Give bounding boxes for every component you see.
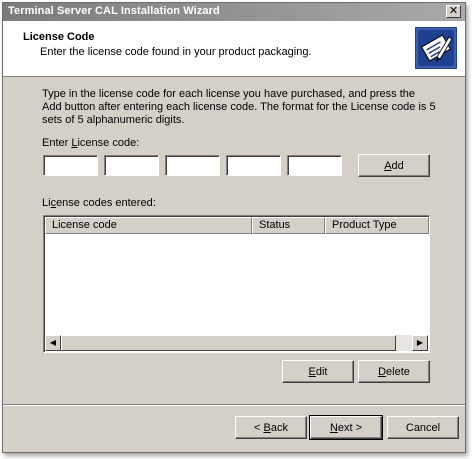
add-button[interactable]: Add (358, 154, 430, 177)
instructions-text: Type in the license code for each licens… (42, 88, 436, 126)
enter-license-label: Enter License code: (42, 137, 140, 149)
page-title: License Code (23, 31, 95, 43)
wizard-header: License Code Enter the license code foun… (3, 21, 465, 77)
scrollbar-thumb[interactable] (61, 335, 396, 351)
title-bar[interactable]: Terminal Server CAL Installation Wizard … (3, 3, 465, 21)
close-icon: ✕ (448, 5, 459, 17)
back-button[interactable]: < Back (235, 416, 307, 439)
page-subtitle: Enter the license code found in your pro… (40, 46, 312, 58)
column-license-code[interactable]: License code (45, 217, 252, 234)
window-title: Terminal Server CAL Installation Wizard (8, 5, 220, 17)
column-status[interactable]: Status (252, 217, 325, 234)
wizard-window: Terminal Server CAL Installation Wizard … (2, 2, 466, 453)
horizontal-scrollbar[interactable]: ◀ ▶ (45, 335, 428, 351)
license-code-field-5[interactable] (287, 155, 342, 176)
codes-entered-label: License codes entered: (42, 197, 156, 209)
edit-button[interactable]: Edit (282, 360, 354, 383)
license-wizard-icon (415, 27, 457, 69)
delete-button[interactable]: Delete (358, 360, 430, 383)
license-code-field-4[interactable] (226, 155, 281, 176)
arrow-right-icon: ▶ (416, 338, 424, 347)
close-button[interactable]: ✕ (446, 5, 461, 18)
license-code-field-3[interactable] (165, 155, 220, 176)
license-code-field-2[interactable] (104, 155, 159, 176)
arrow-left-icon: ◀ (49, 338, 57, 347)
license-code-field-1[interactable] (43, 155, 98, 176)
scroll-left-button[interactable]: ◀ (45, 335, 61, 351)
license-codes-list[interactable]: License code Status Product Type ◀ ▶ (43, 215, 430, 353)
column-product-type[interactable]: Product Type (325, 217, 429, 234)
scroll-right-button[interactable]: ▶ (412, 335, 428, 351)
cancel-button[interactable]: Cancel (387, 416, 459, 439)
next-button[interactable]: Next > (309, 415, 383, 440)
footer-divider (3, 404, 465, 406)
